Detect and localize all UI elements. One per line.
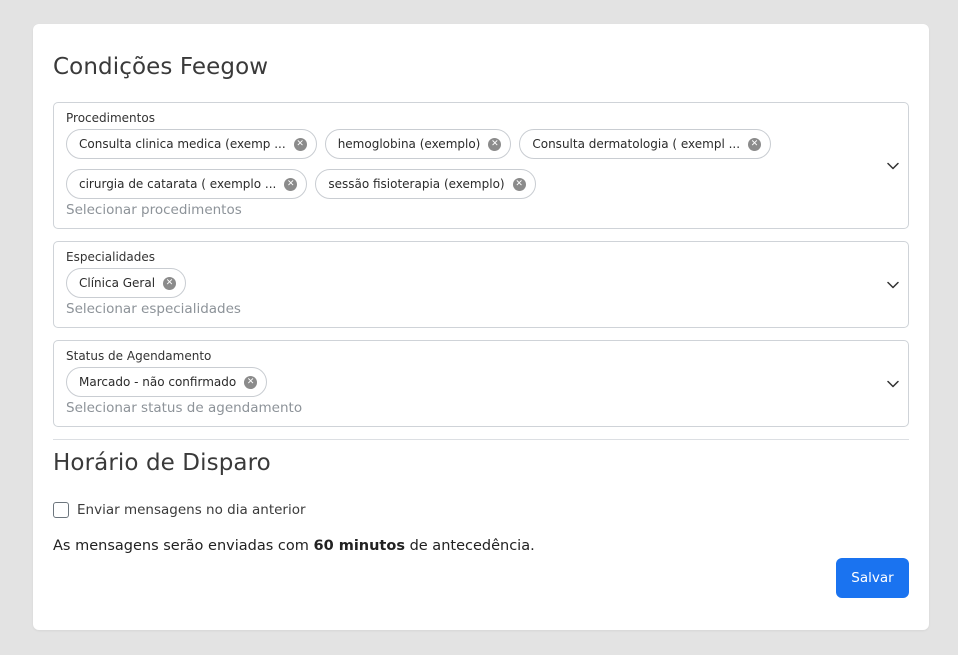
procedimento-chip: sessão fisioterapia (exemplo) ✕ [315, 169, 536, 199]
procedimento-chip: cirurgia de catarata ( exemplo ... ✕ [66, 169, 308, 199]
status-chip: Marcado - não confirmado ✕ [66, 367, 268, 397]
close-circle-icon[interactable]: ✕ [163, 276, 177, 290]
close-circle-icon[interactable]: ✕ [748, 137, 762, 151]
chevron-down-icon[interactable] [886, 377, 900, 391]
info-minutes: 60 minutos [313, 538, 405, 554]
close-circle-icon[interactable]: ✕ [244, 375, 258, 389]
info-prefix: As mensagens serão enviadas com [53, 538, 309, 554]
especialidades-select[interactable]: Especialidades Clínica Geral ✕ Seleciona… [53, 241, 909, 328]
section-divider [53, 439, 909, 440]
procedimentos-label: Procedimentos [66, 111, 155, 125]
previous-day-label: Enviar mensagens no dia anterior [77, 502, 306, 518]
procedimento-chip: Consulta clinica medica (exemp ... ✕ [66, 129, 317, 159]
especialidades-label: Especialidades [66, 250, 156, 264]
close-circle-icon[interactable]: ✕ [488, 137, 502, 151]
chip-label: Marcado - não confirmado [79, 375, 237, 389]
chevron-down-icon[interactable] [886, 159, 900, 173]
chip-label: cirurgia de catarata ( exemplo ... [79, 177, 277, 191]
info-suffix: de antecedência. [409, 538, 535, 554]
procedimentos-chips: Consulta clinica medica (exemp ... ✕ hem… [66, 129, 868, 199]
close-circle-icon[interactable]: ✕ [284, 177, 298, 191]
previous-day-option[interactable]: Enviar mensagens no dia anterior [53, 502, 306, 518]
chip-label: Clínica Geral [79, 276, 156, 290]
conditions-title: Condições Feegow [53, 54, 269, 80]
dispatch-title: Horário de Disparo [53, 450, 271, 476]
chip-label: sessão fisioterapia (exemplo) [328, 177, 505, 191]
save-button[interactable]: Salvar [836, 558, 909, 598]
especialidades-chips: Clínica Geral ✕ [66, 268, 868, 298]
procedimento-chip: hemoglobina (exemplo) ✕ [324, 129, 512, 159]
procedimentos-select[interactable]: Procedimentos Consulta clinica medica (e… [53, 102, 909, 229]
dispatch-info-text: As mensagens serão enviadas com 60 minut… [53, 538, 535, 554]
procedimentos-placeholder[interactable]: Selecionar procedimentos [66, 202, 242, 218]
status-agendamento-placeholder[interactable]: Selecionar status de agendamento [66, 400, 302, 416]
chevron-down-icon[interactable] [886, 278, 900, 292]
close-circle-icon[interactable]: ✕ [293, 137, 307, 151]
chip-label: hemoglobina (exemplo) [337, 137, 481, 151]
procedimento-chip: Consulta dermatologia ( exempl ... ✕ [519, 129, 772, 159]
status-agendamento-label: Status de Agendamento [66, 349, 212, 363]
especialidades-placeholder[interactable]: Selecionar especialidades [66, 301, 241, 317]
status-agendamento-select[interactable]: Status de Agendamento Marcado - não conf… [53, 340, 909, 427]
especialidade-chip: Clínica Geral ✕ [66, 268, 187, 298]
conditions-card: Condições Feegow Procedimentos Consulta … [33, 24, 929, 630]
previous-day-checkbox[interactable] [53, 502, 69, 518]
status-agendamento-chips: Marcado - não confirmado ✕ [66, 367, 868, 397]
close-circle-icon[interactable]: ✕ [512, 177, 526, 191]
chip-label: Consulta dermatologia ( exempl ... [532, 137, 741, 151]
chip-label: Consulta clinica medica (exemp ... [79, 137, 286, 151]
